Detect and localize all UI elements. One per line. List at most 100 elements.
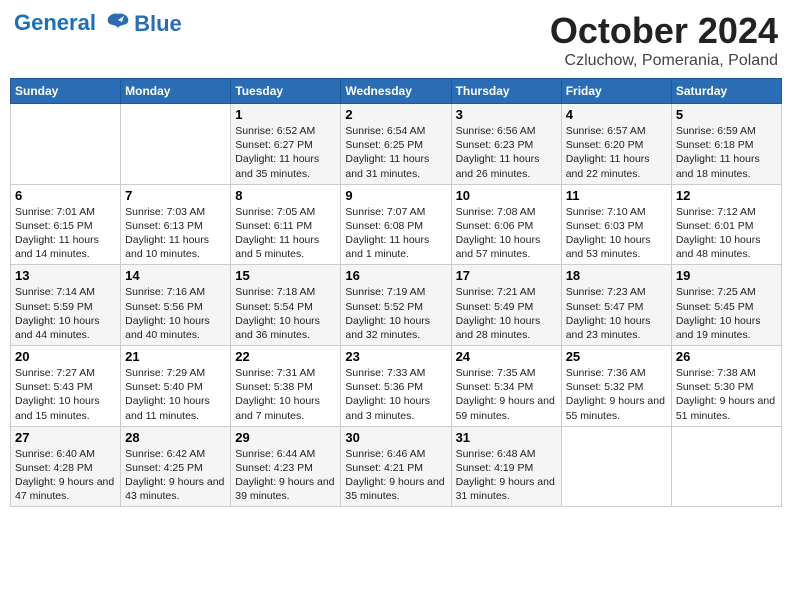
- weekday-header-tuesday: Tuesday: [231, 79, 341, 104]
- cell-info: Sunrise: 7:05 AM Sunset: 6:11 PM Dayligh…: [235, 205, 336, 262]
- day-number: 6: [15, 188, 116, 203]
- weekday-header-sunday: Sunday: [11, 79, 121, 104]
- day-number: 1: [235, 107, 336, 122]
- day-number: 22: [235, 349, 336, 364]
- calendar-cell: 17 Sunrise: 7:21 AM Sunset: 5:49 PM Dayli…: [451, 265, 561, 346]
- day-number: 8: [235, 188, 336, 203]
- day-number: 14: [125, 268, 226, 283]
- weekday-header-friday: Friday: [561, 79, 671, 104]
- cell-info: Sunrise: 6:48 AM Sunset: 4:19 PM Dayligh…: [456, 447, 557, 504]
- calendar-week-5: 27Sunrise: 6:40 AM Sunset: 4:28 PM Dayli…: [11, 426, 782, 507]
- day-number: 11: [566, 188, 667, 203]
- calendar-table: SundayMondayTuesdayWednesdayThursdayFrid…: [10, 78, 782, 507]
- cell-info: Sunrise: 7:27 AM Sunset: 5:43 PM Dayligh…: [15, 366, 116, 423]
- cell-info: Sunrise: 7:10 AM Sunset: 6:03 PM Dayligh…: [566, 205, 667, 262]
- day-number: 17: [456, 268, 557, 283]
- calendar-cell: 19 Sunrise: 7:25 AM Sunset: 5:45 PM Dayli…: [671, 265, 781, 346]
- cell-info: Sunrise: 6:46 AM Sunset: 4:21 PM Dayligh…: [345, 447, 446, 504]
- cell-info: Sunrise: 7:36 AM Sunset: 5:32 PM Dayligh…: [566, 366, 667, 423]
- title-block: October 2024 Czluchow, Pomerania, Poland: [550, 10, 778, 70]
- cell-info: Sunrise: 6:56 AM Sunset: 6:23 PM Dayligh…: [456, 124, 557, 181]
- calendar-cell: 15 Sunrise: 7:18 AM Sunset: 5:54 PM Dayli…: [231, 265, 341, 346]
- weekday-header-saturday: Saturday: [671, 79, 781, 104]
- day-number: 16: [345, 268, 446, 283]
- calendar-week-2: 6 Sunrise: 7:01 AM Sunset: 6:15 PM Daylig…: [11, 184, 782, 265]
- cell-info: Sunrise: 7:35 AM Sunset: 5:34 PM Dayligh…: [456, 366, 557, 423]
- cell-info: Sunrise: 7:12 AM Sunset: 6:01 PM Dayligh…: [676, 205, 777, 262]
- calendar-cell: 24Sunrise: 7:35 AM Sunset: 5:34 PM Dayli…: [451, 346, 561, 427]
- logo-general: General: [14, 10, 96, 35]
- day-number: 25: [566, 349, 667, 364]
- calendar-cell: 10 Sunrise: 7:08 AM Sunset: 6:06 PM Dayli…: [451, 184, 561, 265]
- cell-info: Sunrise: 7:01 AM Sunset: 6:15 PM Dayligh…: [15, 205, 116, 262]
- calendar-cell: 20 Sunrise: 7:27 AM Sunset: 5:43 PM Dayli…: [11, 346, 121, 427]
- day-number: 27: [15, 430, 116, 445]
- calendar-cell: 2 Sunrise: 6:54 AM Sunset: 6:25 PM Daylig…: [341, 104, 451, 185]
- cell-info: Sunrise: 7:07 AM Sunset: 6:08 PM Dayligh…: [345, 205, 446, 262]
- day-number: 29: [235, 430, 336, 445]
- cell-info: Sunrise: 7:25 AM Sunset: 5:45 PM Dayligh…: [676, 285, 777, 342]
- cell-info: Sunrise: 7:08 AM Sunset: 6:06 PM Dayligh…: [456, 205, 557, 262]
- day-number: 10: [456, 188, 557, 203]
- cell-info: Sunrise: 7:18 AM Sunset: 5:54 PM Dayligh…: [235, 285, 336, 342]
- calendar-week-1: 1 Sunrise: 6:52 AM Sunset: 6:27 PM Daylig…: [11, 104, 782, 185]
- calendar-cell: [561, 426, 671, 507]
- cell-info: Sunrise: 6:54 AM Sunset: 6:25 PM Dayligh…: [345, 124, 446, 181]
- calendar-cell: 6 Sunrise: 7:01 AM Sunset: 6:15 PM Daylig…: [11, 184, 121, 265]
- calendar-cell: 9 Sunrise: 7:07 AM Sunset: 6:08 PM Daylig…: [341, 184, 451, 265]
- cell-info: Sunrise: 6:57 AM Sunset: 6:20 PM Dayligh…: [566, 124, 667, 181]
- cell-info: Sunrise: 7:29 AM Sunset: 5:40 PM Dayligh…: [125, 366, 226, 423]
- day-number: 7: [125, 188, 226, 203]
- calendar-cell: 26Sunrise: 7:38 AM Sunset: 5:30 PM Dayli…: [671, 346, 781, 427]
- calendar-cell: 27Sunrise: 6:40 AM Sunset: 4:28 PM Dayli…: [11, 426, 121, 507]
- weekday-header-monday: Monday: [121, 79, 231, 104]
- calendar-cell: 5 Sunrise: 6:59 AM Sunset: 6:18 PM Daylig…: [671, 104, 781, 185]
- logo-blue: Blue: [134, 11, 182, 37]
- day-number: 30: [345, 430, 446, 445]
- calendar-cell: [671, 426, 781, 507]
- calendar-cell: 25 Sunrise: 7:36 AM Sunset: 5:32 PM Dayli…: [561, 346, 671, 427]
- calendar-cell: 3 Sunrise: 6:56 AM Sunset: 6:23 PM Daylig…: [451, 104, 561, 185]
- cell-info: Sunrise: 7:23 AM Sunset: 5:47 PM Dayligh…: [566, 285, 667, 342]
- calendar-cell: 21 Sunrise: 7:29 AM Sunset: 5:40 PM Dayli…: [121, 346, 231, 427]
- calendar-cell: 13 Sunrise: 7:14 AM Sunset: 5:59 PM Dayli…: [11, 265, 121, 346]
- calendar-cell: 12 Sunrise: 7:12 AM Sunset: 6:01 PM Dayli…: [671, 184, 781, 265]
- day-number: 21: [125, 349, 226, 364]
- day-number: 2: [345, 107, 446, 122]
- day-number: 15: [235, 268, 336, 283]
- cell-info: Sunrise: 7:38 AM Sunset: 5:30 PM Dayligh…: [676, 366, 777, 423]
- calendar-cell: 7 Sunrise: 7:03 AM Sunset: 6:13 PM Daylig…: [121, 184, 231, 265]
- day-number: 4: [566, 107, 667, 122]
- calendar-cell: 23 Sunrise: 7:33 AM Sunset: 5:36 PM Dayli…: [341, 346, 451, 427]
- calendar-week-3: 13 Sunrise: 7:14 AM Sunset: 5:59 PM Dayli…: [11, 265, 782, 346]
- day-number: 23: [345, 349, 446, 364]
- day-number: 19: [676, 268, 777, 283]
- calendar-cell: [121, 104, 231, 185]
- calendar-header-row: SundayMondayTuesdayWednesdayThursdayFrid…: [11, 79, 782, 104]
- day-number: 3: [456, 107, 557, 122]
- calendar-cell: 28Sunrise: 6:42 AM Sunset: 4:25 PM Dayli…: [121, 426, 231, 507]
- cell-info: Sunrise: 6:52 AM Sunset: 6:27 PM Dayligh…: [235, 124, 336, 181]
- calendar-cell: 31 Sunrise: 6:48 AM Sunset: 4:19 PM Dayli…: [451, 426, 561, 507]
- cell-info: Sunrise: 7:14 AM Sunset: 5:59 PM Dayligh…: [15, 285, 116, 342]
- calendar-cell: 29Sunrise: 6:44 AM Sunset: 4:23 PM Dayli…: [231, 426, 341, 507]
- cell-info: Sunrise: 7:19 AM Sunset: 5:52 PM Dayligh…: [345, 285, 446, 342]
- calendar-week-4: 20 Sunrise: 7:27 AM Sunset: 5:43 PM Dayli…: [11, 346, 782, 427]
- cell-info: Sunrise: 7:03 AM Sunset: 6:13 PM Dayligh…: [125, 205, 226, 262]
- cell-info: Sunrise: 7:21 AM Sunset: 5:49 PM Dayligh…: [456, 285, 557, 342]
- calendar-cell: 11 Sunrise: 7:10 AM Sunset: 6:03 PM Dayli…: [561, 184, 671, 265]
- cell-info: Sunrise: 7:33 AM Sunset: 5:36 PM Dayligh…: [345, 366, 446, 423]
- day-number: 9: [345, 188, 446, 203]
- calendar-title: October 2024: [550, 10, 778, 52]
- calendar-cell: 4 Sunrise: 6:57 AM Sunset: 6:20 PM Daylig…: [561, 104, 671, 185]
- cell-info: Sunrise: 6:59 AM Sunset: 6:18 PM Dayligh…: [676, 124, 777, 181]
- day-number: 5: [676, 107, 777, 122]
- calendar-cell: 22Sunrise: 7:31 AM Sunset: 5:38 PM Dayli…: [231, 346, 341, 427]
- day-number: 28: [125, 430, 226, 445]
- day-number: 13: [15, 268, 116, 283]
- page-header: General Blue October 2024 Czluchow, Pome…: [10, 10, 782, 70]
- calendar-subtitle: Czluchow, Pomerania, Poland: [550, 52, 778, 70]
- day-number: 31: [456, 430, 557, 445]
- day-number: 12: [676, 188, 777, 203]
- day-number: 20: [15, 349, 116, 364]
